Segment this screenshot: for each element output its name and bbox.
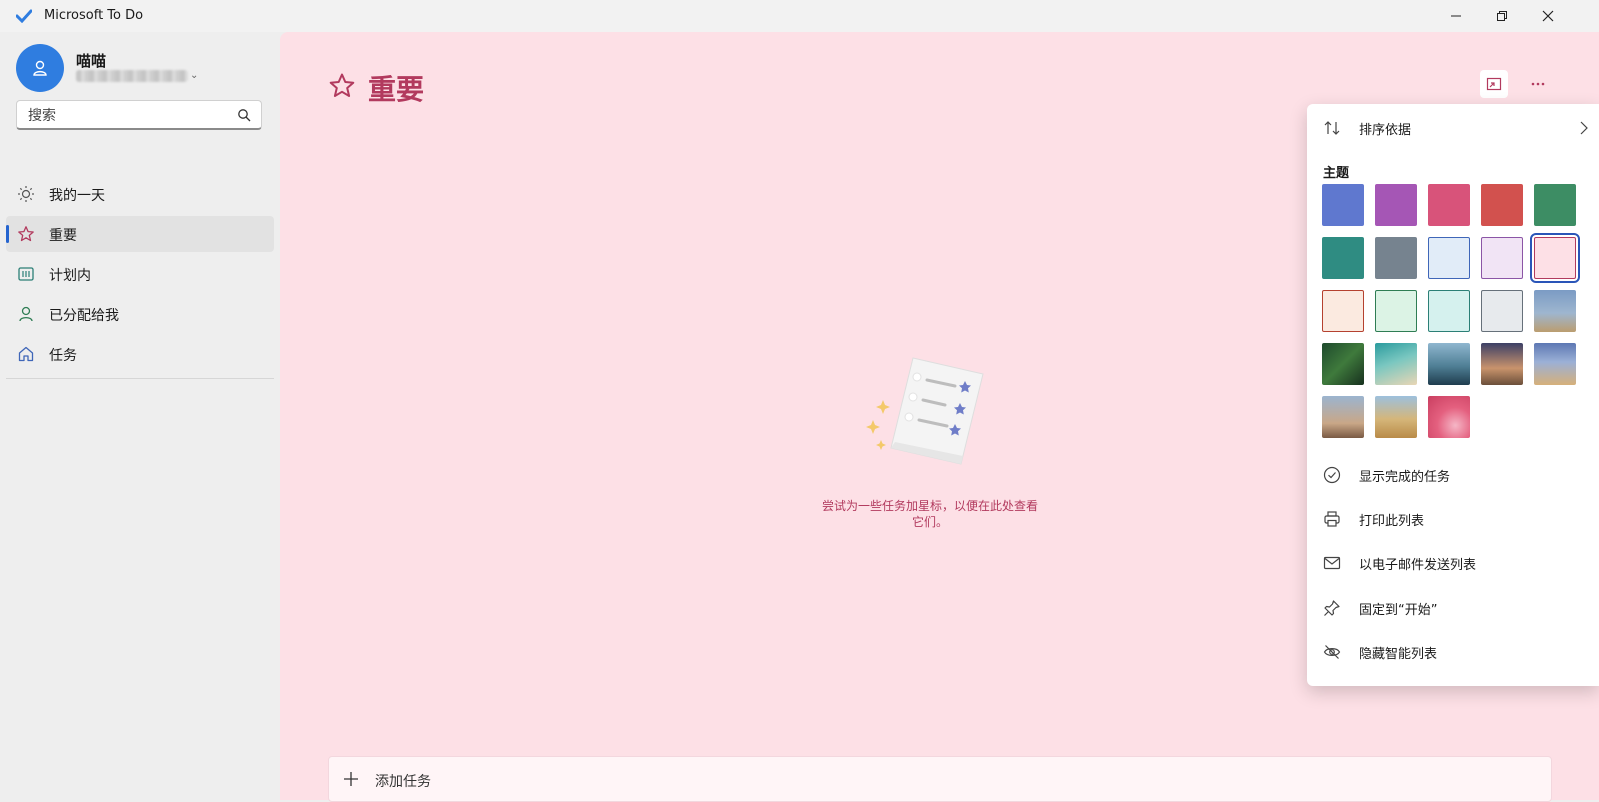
app-title: Microsoft To Do — [44, 8, 144, 23]
empty-state-message: 尝试为一些任务加星标，以便在此处查看它们。 — [821, 499, 1038, 529]
chevron-right-icon — [1580, 121, 1588, 135]
minimize-icon — [1451, 15, 1461, 17]
theme-swatch-blue[interactable] — [1322, 184, 1364, 226]
menu-item-label: 固定到“开始” — [1359, 603, 1438, 618]
avatar[interactable] — [16, 44, 64, 92]
sidebar-item-tasks[interactable]: 任务 — [6, 336, 274, 372]
sort-icon — [1324, 121, 1340, 135]
add-task-label: 添加任务 — [375, 774, 431, 790]
sidebar-item-assigned[interactable]: 已分配给我 — [6, 296, 274, 332]
restore-icon — [1497, 11, 1507, 21]
sun-icon — [18, 186, 34, 202]
more-icon — [1531, 82, 1545, 86]
page-title: 重要 — [368, 73, 425, 106]
plus-icon — [344, 772, 358, 786]
close-button[interactable] — [1525, 0, 1571, 32]
theme-swatch-purple[interactable] — [1375, 184, 1417, 226]
menu-item-sort[interactable]: 排序依据 — [1307, 110, 1599, 146]
sidebar-item-label: 任务 — [49, 348, 77, 364]
mail-icon — [1323, 556, 1341, 570]
theme-swatch-photo-palm-leaves[interactable] — [1322, 343, 1364, 385]
divider — [6, 378, 274, 379]
theme-swatch-photo-sunset-palms[interactable] — [1481, 343, 1523, 385]
theme-swatch-red[interactable] — [1481, 184, 1523, 226]
calendar-grid-icon — [18, 267, 34, 281]
theme-swatch-green[interactable] — [1534, 184, 1576, 226]
theme-swatch-teal[interactable] — [1322, 237, 1364, 279]
chevron-down-icon[interactable]: ⌄ — [190, 70, 198, 81]
user-email-redacted — [76, 70, 188, 82]
theme-swatch-photo-desert-road[interactable] — [1534, 343, 1576, 385]
more-options-button[interactable] — [1524, 70, 1552, 98]
close-icon — [1542, 10, 1554, 22]
printer-icon — [1324, 511, 1340, 527]
star-icon — [329, 73, 355, 97]
todo-logo-icon — [16, 9, 32, 23]
sidebar-item-label: 我的一天 — [49, 188, 105, 204]
theme-swatch-photo-pink-petal[interactable] — [1428, 396, 1470, 438]
eye-off-icon — [1323, 645, 1341, 659]
search-input[interactable] — [26, 105, 230, 127]
theme-swatch-light-teal[interactable] — [1428, 290, 1470, 332]
theme-swatch-rose[interactable] — [1428, 184, 1470, 226]
add-task-bar[interactable]: 添加任务 — [328, 756, 1552, 802]
theme-swatch-light-gray[interactable] — [1481, 290, 1523, 332]
theme-swatch-photo-lighthouse[interactable] — [1322, 396, 1364, 438]
theme-swatch-photo-tower[interactable] — [1534, 290, 1576, 332]
layout-icon — [1486, 77, 1502, 91]
theme-swatch-light-peach[interactable] — [1322, 290, 1364, 332]
empty-state-illustration — [866, 357, 984, 465]
checkmark-circle-icon — [1323, 466, 1341, 484]
home-icon — [18, 346, 34, 362]
search-icon[interactable] — [237, 108, 251, 122]
sidebar-item-label: 已分配给我 — [49, 308, 119, 324]
list-options-menu: 排序依据 主题 显示完成的任务 打印此列表 以电子邮件发送列表 固定到“开始” … — [1307, 104, 1599, 686]
pin-icon — [1324, 600, 1340, 616]
sidebar-item-label: 计划内 — [49, 268, 91, 284]
theme-swatch-photo-mountain-lake[interactable] — [1428, 343, 1470, 385]
sidebar-item-label: 重要 — [49, 228, 77, 244]
menu-item-label: 排序依据 — [1359, 123, 1412, 138]
star-icon — [18, 226, 34, 242]
person-icon — [33, 60, 47, 76]
theme-swatch-photo-beach-aerial[interactable] — [1375, 343, 1417, 385]
restore-button[interactable] — [1479, 0, 1525, 32]
theme-swatch-slate[interactable] — [1375, 237, 1417, 279]
user-name[interactable]: 喵喵 — [76, 50, 106, 71]
menu-item-label: 显示完成的任务 — [1359, 470, 1451, 485]
menu-item-email[interactable]: 以电子邮件发送列表 — [1307, 545, 1599, 581]
search-box[interactable] — [16, 100, 262, 130]
theme-swatch-light-blue[interactable] — [1428, 237, 1470, 279]
sidebar: 喵喵 ⌄ 我的一天 重要 计划内 — [0, 32, 280, 800]
sidebar-item-important[interactable]: 重要 — [6, 216, 274, 252]
sidebar-item-planned[interactable]: 计划内 — [6, 256, 274, 292]
title-bar: Microsoft To Do — [0, 0, 1599, 32]
theme-swatch-light-green[interactable] — [1375, 290, 1417, 332]
menu-item-label: 打印此列表 — [1359, 514, 1425, 529]
theme-swatch-photo-poppy-field[interactable] — [1375, 396, 1417, 438]
menu-item-show-completed[interactable]: 显示完成的任务 — [1307, 457, 1599, 493]
menu-item-hide-smart-list[interactable]: 隐藏智能列表 — [1307, 634, 1599, 670]
theme-swatch-light-purple[interactable] — [1481, 237, 1523, 279]
menu-item-pin-start[interactable]: 固定到“开始” — [1307, 590, 1599, 626]
layout-toggle-button[interactable] — [1480, 70, 1508, 98]
theme-swatch-light-pink[interactable] — [1530, 233, 1580, 283]
person-icon — [19, 306, 33, 322]
menu-item-print[interactable]: 打印此列表 — [1307, 501, 1599, 537]
sidebar-item-my-day[interactable]: 我的一天 — [6, 176, 274, 212]
nav-list: 我的一天 重要 计划内 已分配给我 任务 — [6, 176, 274, 376]
minimize-button[interactable] — [1433, 0, 1479, 32]
menu-item-label: 隐藏智能列表 — [1359, 647, 1438, 662]
theme-heading: 主题 — [1323, 166, 1350, 181]
menu-item-label: 以电子邮件发送列表 — [1359, 558, 1477, 573]
